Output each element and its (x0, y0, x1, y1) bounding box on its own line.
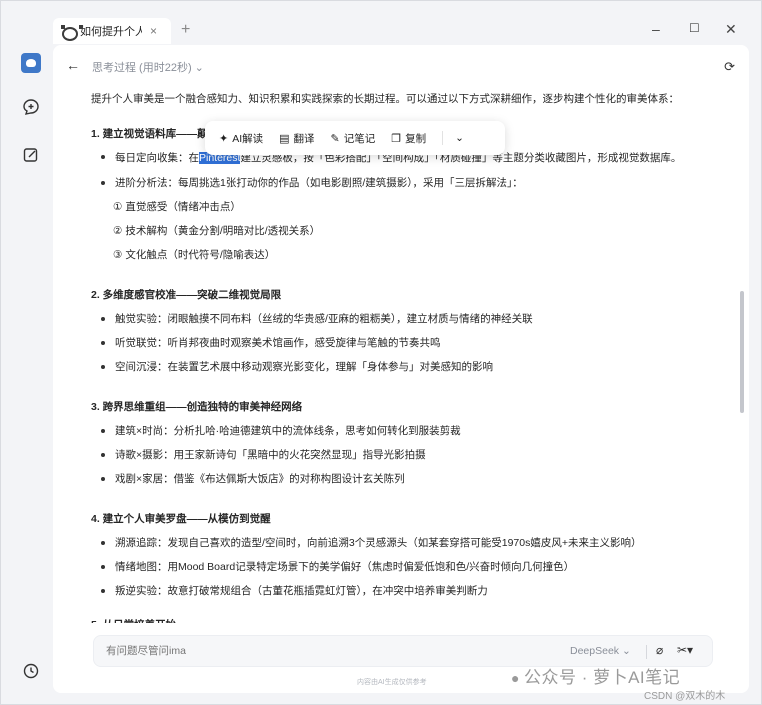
copy-label: 复制 (405, 132, 427, 145)
selection-toolbar: ✦ AI解读 ▤ 翻译 ✎ 记笔记 ❐ 复制 ⌄ (205, 121, 505, 155)
sub-item: ③ 文化触点（时代符号/隐喻表达） (113, 249, 276, 261)
close-window-button[interactable]: ✕ (725, 21, 737, 38)
chat-input[interactable] (106, 645, 406, 657)
input-divider (646, 645, 647, 659)
toolbar-divider (442, 131, 444, 145)
thinking-toggle[interactable]: 思考过程 (用时22秒) ⌄ (92, 59, 204, 75)
tab-title: 如何提升个人审美 (80, 26, 142, 38)
panda-logo-icon (61, 25, 83, 41)
section-title-cut: 5. 从日常培养开始 (91, 613, 721, 623)
bullet-text-pre: 每日定向收集：在 (115, 152, 199, 164)
ai-explain-label: AI解读 (232, 132, 264, 145)
add-chat-icon[interactable] (21, 97, 41, 117)
answer-content: 提升个人审美是一个融合感知力、知识积累和实践探索的长期过程。可以通过以下方式深耕… (91, 89, 721, 629)
minimize-button[interactable]: – (652, 21, 660, 37)
model-selector[interactable]: DeepSeek ⌄ (570, 645, 631, 657)
attach-icon[interactable]: ⌀ (656, 643, 663, 657)
take-note-label: 记笔记 (343, 132, 376, 145)
list-item: 建筑×时尚：分析扎哈·哈迪德建筑中的流体线条，思考如何转化到服装剪裁 (101, 419, 721, 443)
sparkle-icon: ✦ (219, 132, 229, 145)
csdn-watermark: CSDN @双木的木 (644, 691, 726, 702)
copy-button[interactable]: ❐ 复制 (391, 131, 426, 146)
list-item: 空间沉浸：在装置艺术展中移动观察光影变化，理解「身体参与」对美感知的影响 (101, 355, 721, 379)
tab-current[interactable]: 如何提升个人审美 × (53, 18, 171, 44)
bullet-list: 溯源追踪：发现自己喜欢的造型/空间时，向前追溯3个灵感源头（如某套穿搭可能受19… (91, 531, 721, 603)
list-item: 情绪地图：用Mood Board记录特定场景下的美学偏好（焦虑时偏爱低饱和色/兴… (101, 555, 721, 579)
new-tab-icon[interactable]: + (181, 21, 190, 39)
chevron-down-icon[interactable]: ⌄ (455, 132, 464, 144)
note-icon: ✎ (330, 132, 340, 145)
back-arrow-icon[interactable]: ← (66, 57, 80, 73)
edit-icon[interactable] (21, 145, 41, 165)
section-title: 3. 跨界思维重组——创造独特的审美神经网络 (91, 401, 303, 413)
copy-icon: ❐ (391, 132, 402, 145)
tab-close-icon[interactable]: × (150, 24, 157, 38)
ai-explain-button[interactable]: ✦ AI解读 (219, 131, 263, 146)
list-item: 触觉实验：闭眼触摸不同布料（丝绒的华贵感/亚麻的粗粝美），建立材质与情绪的神经关… (101, 307, 721, 331)
bullet-list: 触觉实验：闭眼触摸不同布料（丝绒的华贵感/亚麻的粗粝美），建立材质与情绪的神经关… (91, 307, 721, 379)
section-title: 2. 多维度感官校准——突破二维视觉局限 (91, 289, 282, 301)
list-item: 叛逆实验：故意打破常规组合（古董花瓶插霓虹灯管），在冲突中培养审美判断力 (101, 579, 721, 603)
refresh-icon[interactable]: ⟳ (724, 59, 735, 75)
take-note-button[interactable]: ✎ 记笔记 (331, 131, 376, 146)
scissors-icon[interactable]: ✂▾ (677, 643, 693, 657)
wechat-watermark: ● 公众号 · 萝卜AI笔记 (511, 663, 680, 688)
translate-icon: ▤ (279, 132, 290, 145)
section-title: 4. 建立个人审美罗盘——从模仿到觉醒 (91, 513, 271, 525)
list-item: 听觉联觉：听肖邦夜曲时观察美术馆画作，感受旋律与笔触的节奏共鸣 (101, 331, 721, 355)
left-rail (1, 45, 53, 705)
wechat-watermark-text: 公众号 · 萝卜AI笔记 (523, 668, 681, 687)
title-bar: 如何提升个人审美 × + – ☐ ✕ (1, 1, 761, 45)
answer-intro: 提升个人审美是一个融合感知力、知识积累和实践探索的长期过程。可以通过以下方式深耕… (91, 93, 679, 105)
translate-label: 翻译 (293, 132, 315, 145)
app-window: 如何提升个人审美 × + – ☐ ✕ ← 思考过程 (用时22秒) ⌄ ⟳ 提升… (0, 0, 762, 705)
list-item: 溯源追踪：发现自己喜欢的造型/空间时，向前追溯3个灵感源头（如某套穿搭可能受19… (101, 531, 721, 555)
avatar (21, 53, 41, 73)
translate-button[interactable]: ▤ 翻译 (279, 131, 314, 146)
bullet-list: 建筑×时尚：分析扎哈·哈迪德建筑中的流体线条，思考如何转化到服装剪裁 诗歌×摄影… (91, 419, 721, 491)
history-icon[interactable] (21, 661, 41, 681)
wechat-icon: ● (511, 670, 520, 686)
list-item: 诗歌×摄影：用王家新诗句「黑暗中的火花突然显现」指导光影拍摄 (101, 443, 721, 467)
list-item: 戏剧×家居：借鉴《布达佩斯大饭店》的对称构图设计玄关陈列 (101, 467, 721, 491)
sub-item: ② 技术解构（黄金分割/明暗对比/透视关系） (113, 225, 321, 237)
ai-disclaimer: 内容由AI生成仅供参考 (357, 679, 427, 686)
maximize-button[interactable]: ☐ (689, 21, 700, 35)
scrollbar-thumb[interactable] (740, 291, 744, 413)
sub-item: ① 直觉感受（情绪冲击点） (113, 201, 241, 213)
app-avatar[interactable] (21, 53, 41, 73)
list-item: 进阶分析法：每周挑选1张打动你的作品（如电影剧照/建筑摄影），采用「三层拆解法」… (101, 171, 721, 195)
